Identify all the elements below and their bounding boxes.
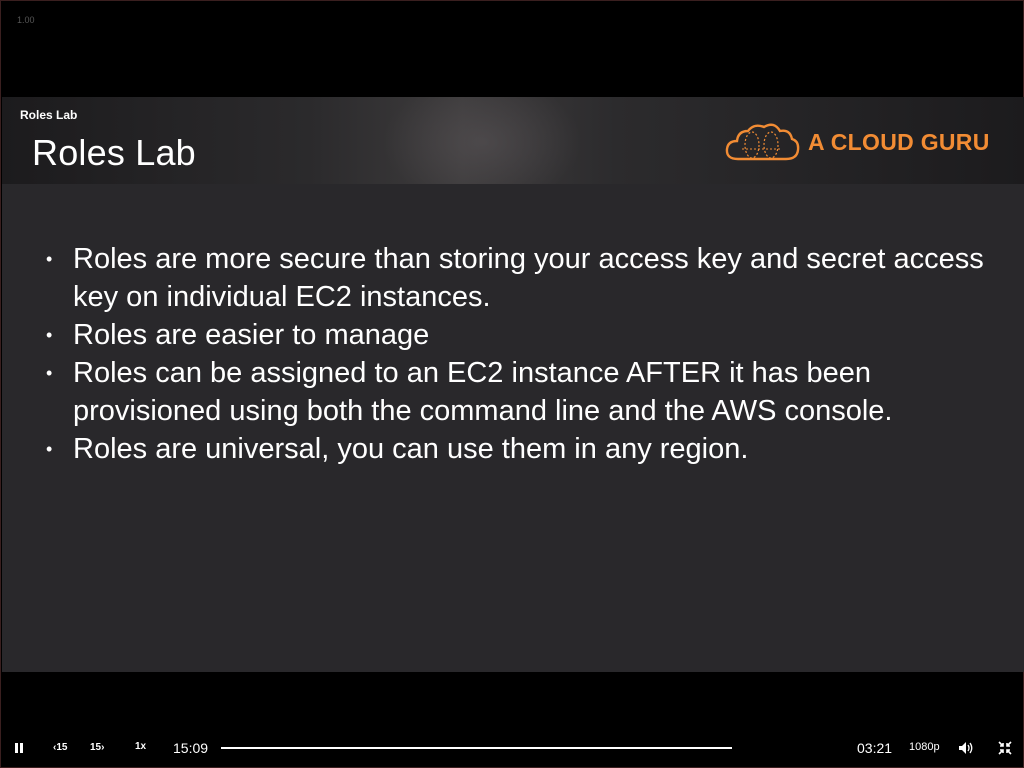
presenter-shadow xyxy=(382,97,582,184)
bullet-text: Roles can be assigned to an EC2 instance… xyxy=(73,357,893,427)
list-item: • Roles can be assigned to an EC2 instanc… xyxy=(46,354,996,430)
list-item: • Roles are more secure than storing your… xyxy=(46,240,996,316)
remaining-time: 03:21 xyxy=(857,740,893,756)
exit-fullscreen-icon xyxy=(998,741,1012,755)
quality-button[interactable]: 1080p xyxy=(909,741,940,753)
video-title: Roles Lab xyxy=(20,108,78,122)
cloud-logo-icon xyxy=(725,123,800,161)
elapsed-time: 15:09 xyxy=(173,740,209,756)
bullet-dot-icon: • xyxy=(46,363,53,383)
video-player[interactable]: 1.00 Roles Lab Roles Lab A CLOUD GURU • R… xyxy=(0,0,1024,768)
video-frame[interactable]: Roles Lab Roles Lab A CLOUD GURU • Roles … xyxy=(2,97,1024,672)
volume-icon xyxy=(959,742,973,754)
pause-icon xyxy=(20,743,23,753)
bullet-text: Roles are universal, you can use them in… xyxy=(73,433,749,465)
player-controls: ‹15 15› 1x 15:09 03:21 1080p xyxy=(1,729,1024,767)
progress-bar[interactable] xyxy=(221,747,732,749)
bullet-dot-icon: • xyxy=(46,249,53,269)
slide-title: Roles Lab xyxy=(32,132,196,173)
list-item: • Roles are universal, you can use them i… xyxy=(46,430,996,468)
slide-header: Roles Lab Roles Lab A CLOUD GURU xyxy=(2,97,1024,184)
playback-rate-button[interactable]: 1x xyxy=(135,741,146,752)
playback-rate-readout: 1.00 xyxy=(17,15,35,25)
bullet-dot-icon: • xyxy=(46,439,53,459)
pause-button[interactable] xyxy=(15,743,25,753)
bullet-text: Roles are more secure than storing your … xyxy=(73,243,984,313)
bullet-dot-icon: • xyxy=(46,325,53,345)
skip-back-15-button[interactable]: ‹15 xyxy=(53,742,67,753)
exit-fullscreen-button[interactable] xyxy=(998,741,1012,755)
brand-logo: A CLOUD GURU xyxy=(724,119,1004,165)
bullet-text: Roles are easier to manage xyxy=(73,319,430,351)
pause-icon xyxy=(15,743,18,753)
volume-button[interactable] xyxy=(958,741,974,755)
brand-name: A CLOUD GURU xyxy=(808,129,990,155)
list-item: • Roles are easier to manage xyxy=(46,316,996,354)
bullet-list: • Roles are more secure than storing your… xyxy=(46,240,996,468)
skip-forward-15-button[interactable]: 15› xyxy=(90,742,104,753)
